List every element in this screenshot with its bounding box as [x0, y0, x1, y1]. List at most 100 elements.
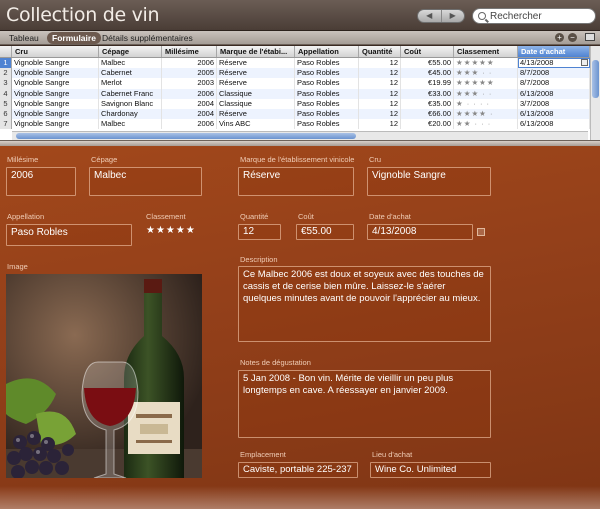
cell-stars[interactable]: ★★★★ ·	[454, 108, 518, 120]
cell-cepage[interactable]: Merlot	[99, 78, 162, 89]
cell-cepage[interactable]: Savignon Blanc	[99, 98, 162, 109]
cell-cout[interactable]: €33.00	[401, 88, 454, 99]
col-header-appellation[interactable]: Appellation	[295, 46, 359, 57]
cell-appellation[interactable]: Paso Robles	[295, 58, 359, 69]
remove-record-icon[interactable]: −	[568, 33, 577, 42]
cell-stars[interactable]: ★★ · · ·	[454, 119, 518, 130]
cell-cru[interactable]: Vignoble Sangre	[12, 68, 99, 79]
cell-marque[interactable]: Vins ABC	[217, 119, 295, 130]
cell-cru[interactable]: Vignoble Sangre	[12, 58, 99, 69]
cell-date[interactable]: 6/13/2008	[518, 108, 590, 120]
cell-cepage[interactable]: Chardonay	[99, 108, 162, 120]
cell-millesime[interactable]: 2005	[162, 68, 217, 79]
cell-cout[interactable]: €19.99	[401, 78, 454, 89]
vertical-scroll-thumb[interactable]	[592, 60, 599, 98]
table-row[interactable]: 1 Vignoble Sangre Malbec 2006 Réserve Paso Ro…	[0, 58, 590, 69]
field-notes[interactable]: 5 Jan 2008 - Bon vin. Mérite de vieillir…	[238, 370, 491, 438]
table-row[interactable]: 7 Vignoble Sangre Malbec 2006 Vins ABC Paso R…	[0, 119, 590, 130]
search-input[interactable]	[490, 10, 590, 22]
cell-quantite[interactable]: 12	[359, 119, 401, 130]
col-header-cepage[interactable]: Cépage	[99, 46, 162, 57]
cell-appellation[interactable]: Paso Robles	[295, 98, 359, 109]
field-description[interactable]: Ce Malbec 2006 est doux et soyeux avec d…	[238, 266, 491, 342]
cell-stars[interactable]: ★★★★★	[454, 78, 518, 89]
cell-millesime[interactable]: 2006	[162, 58, 217, 69]
field-quantite[interactable]: 12	[238, 224, 281, 240]
cell-cout[interactable]: €55.00	[401, 58, 454, 69]
cell-cru[interactable]: Vignoble Sangre	[12, 78, 99, 89]
cell-cepage[interactable]: Malbec	[99, 119, 162, 130]
cell-date[interactable]: 4/13/2008	[518, 58, 590, 69]
field-appellation[interactable]: Paso Robles	[6, 224, 132, 246]
col-header-quantite[interactable]: Quantité	[359, 46, 401, 57]
table-row[interactable]: 4 Vignoble Sangre Cabernet Franc 2006 Classi…	[0, 88, 590, 99]
cell-marque[interactable]: Classique	[217, 98, 295, 109]
cell-millesime[interactable]: 2006	[162, 88, 217, 99]
cell-cru[interactable]: Vignoble Sangre	[12, 98, 99, 109]
cell-appellation[interactable]: Paso Robles	[295, 108, 359, 120]
field-emplacement[interactable]: Caviste, portable 225-237	[238, 462, 358, 478]
vertical-scrollbar[interactable]	[590, 46, 600, 140]
cell-millesime[interactable]: 2003	[162, 78, 217, 89]
col-header-marque[interactable]: Marque de l'étabi...	[217, 46, 295, 57]
table-row[interactable]: 3 Vignoble Sangre Merlot 2003 Réserve Paso Ro…	[0, 78, 590, 89]
cell-cout[interactable]: €35.00	[401, 98, 454, 109]
horizontal-scroll-thumb[interactable]	[16, 133, 356, 139]
cell-marque[interactable]: Réserve	[217, 68, 295, 79]
cell-quantite[interactable]: 12	[359, 108, 401, 120]
cell-quantite[interactable]: 12	[359, 68, 401, 79]
cell-stars[interactable]: ★ · · · ·	[454, 98, 518, 109]
col-header-date-achat[interactable]: Date d'achat	[518, 46, 590, 57]
cell-appellation[interactable]: Paso Robles	[295, 119, 359, 130]
calendar-icon[interactable]	[477, 228, 485, 236]
cell-cout[interactable]: €66.00	[401, 108, 454, 120]
cell-marque[interactable]: Classique	[217, 88, 295, 99]
cell-marque[interactable]: Réserve	[217, 78, 295, 89]
table-row[interactable]: 2 Vignoble Sangre Cabernet 2005 Réserve Paso …	[0, 68, 590, 79]
table-row[interactable]: 6 Vignoble Sangre Chardonay 2004 Réserve Paso…	[0, 108, 590, 120]
search-box[interactable]	[472, 8, 596, 24]
forward-button[interactable]: ▶	[440, 10, 465, 22]
field-cru[interactable]: Vignoble Sangre	[367, 167, 491, 196]
field-marque[interactable]: Réserve	[238, 167, 354, 196]
cell-date[interactable]: 3/7/2008	[518, 98, 590, 109]
calendar-icon[interactable]	[581, 59, 588, 66]
add-record-icon[interactable]: +	[555, 33, 564, 42]
cell-cepage[interactable]: Cabernet Franc	[99, 88, 162, 99]
cell-cru[interactable]: Vignoble Sangre	[12, 108, 99, 120]
cell-cepage[interactable]: Cabernet	[99, 68, 162, 79]
field-cout[interactable]: €55.00	[296, 224, 354, 240]
cell-quantite[interactable]: 12	[359, 78, 401, 89]
view-toggle-icon[interactable]	[585, 33, 595, 41]
cell-cru[interactable]: Vignoble Sangre	[12, 88, 99, 99]
field-cepage[interactable]: Malbec	[89, 167, 202, 196]
tab-tableau[interactable]: Tableau	[4, 32, 44, 44]
cell-quantite[interactable]: 12	[359, 58, 401, 69]
cell-cru[interactable]: Vignoble Sangre	[12, 119, 99, 130]
cell-millesime[interactable]: 2006	[162, 119, 217, 130]
wine-image[interactable]	[6, 274, 202, 478]
col-header-millesime[interactable]: Millésime	[162, 46, 217, 57]
cell-date[interactable]: 6/13/2008	[518, 119, 590, 130]
field-millesime[interactable]: 2006	[6, 167, 76, 196]
tab-formulaire[interactable]: Formulaire	[47, 32, 101, 44]
tab-details[interactable]: Détails supplémentaires	[97, 32, 198, 44]
field-date-achat[interactable]: 4/13/2008	[367, 224, 473, 240]
horizontal-scrollbar[interactable]	[12, 131, 588, 140]
cell-quantite[interactable]: 12	[359, 88, 401, 99]
cell-millesime[interactable]: 2004	[162, 108, 217, 120]
cell-quantite[interactable]: 12	[359, 98, 401, 109]
cell-cout[interactable]: €20.00	[401, 119, 454, 130]
cell-appellation[interactable]: Paso Robles	[295, 78, 359, 89]
cell-appellation[interactable]: Paso Robles	[295, 88, 359, 99]
col-header-classement[interactable]: Classement	[454, 46, 518, 57]
cell-date[interactable]: 8/7/2008	[518, 78, 590, 89]
cell-stars[interactable]: ★★★ · ·	[454, 68, 518, 79]
cell-marque[interactable]: Réserve	[217, 108, 295, 120]
col-header-cru[interactable]: Cru	[12, 46, 99, 57]
col-header-cout[interactable]: Coût	[401, 46, 454, 57]
cell-millesime[interactable]: 2004	[162, 98, 217, 109]
field-lieu-achat[interactable]: Wine Co. Unlimited	[370, 462, 491, 478]
rating-stars[interactable]: ★★★★★	[146, 225, 196, 236]
back-button[interactable]: ◀	[418, 10, 441, 22]
